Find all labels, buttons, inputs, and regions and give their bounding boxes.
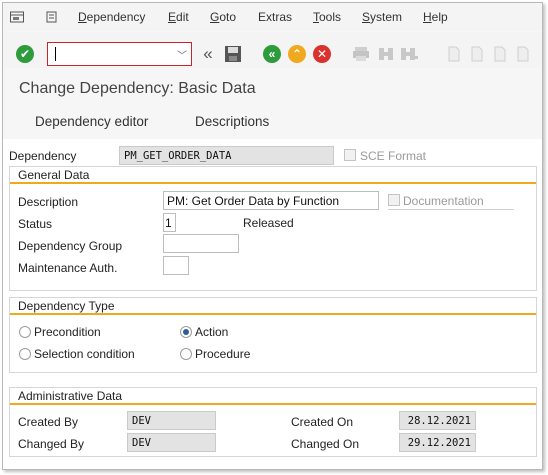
customize-layout-icon[interactable] xyxy=(46,11,60,23)
content-area: Dependency PM_GET_ORDER_DATA SCE Format … xyxy=(3,139,542,469)
cancel-button[interactable]: ✕ xyxy=(311,43,333,65)
dependency-group-label: Dependency Group xyxy=(18,239,123,253)
dependency-field[interactable]: PM_GET_ORDER_DATA xyxy=(119,146,334,165)
exit-button[interactable]: ⌃ xyxy=(286,43,308,65)
administrative-data-header: Administrative Data xyxy=(10,388,536,405)
precondition-label[interactable]: Precondition xyxy=(34,325,101,339)
dependency-type-header: Dependency Type xyxy=(10,298,536,315)
documentation-checkbox[interactable] xyxy=(388,194,400,206)
exit-icon: ⌃ xyxy=(288,45,306,63)
maintenance-auth-label: Maintenance Auth. xyxy=(18,261,118,275)
documentation-label: Documentation xyxy=(403,194,484,208)
print-icon xyxy=(353,47,369,61)
last-page-icon xyxy=(517,46,529,62)
administrative-data-group: Administrative Data Created By DEV Creat… xyxy=(9,387,537,457)
tab-descriptions[interactable]: Descriptions xyxy=(195,114,269,129)
save-icon xyxy=(225,46,241,62)
status-label: Status xyxy=(18,217,53,231)
find-icon xyxy=(379,48,393,60)
prev-page-button[interactable] xyxy=(466,43,488,65)
description-field[interactable]: PM: Get Order Data by Function xyxy=(163,191,379,210)
created-on-field[interactable]: 28.12.2021 xyxy=(399,411,476,430)
next-page-icon xyxy=(494,46,506,62)
menu-tools[interactable]: Tools xyxy=(313,10,341,24)
menu-edit[interactable]: Edit xyxy=(168,10,189,24)
dependency-label: Dependency xyxy=(9,149,77,163)
collapse-icon[interactable]: « xyxy=(197,43,219,65)
changed-on-field[interactable]: 29.12.2021 xyxy=(399,433,476,452)
general-data-header: General Data xyxy=(10,167,536,184)
selection-condition-label[interactable]: Selection condition xyxy=(34,347,135,361)
documentation-underline xyxy=(388,209,514,210)
created-by-field[interactable]: DEV xyxy=(127,411,216,430)
status-field[interactable]: 1 xyxy=(163,213,176,232)
administrative-data-title: Administrative Data xyxy=(18,389,123,403)
procedure-radio[interactable] xyxy=(180,348,192,360)
next-page-button[interactable] xyxy=(489,43,511,65)
sap-window: Dependency Edit Goto Extras Tools System… xyxy=(2,2,543,470)
command-field[interactable]: ﹀ xyxy=(47,42,192,66)
action-label[interactable]: Action xyxy=(195,325,228,339)
menu-bar: Dependency Edit Goto Extras Tools System… xyxy=(3,3,542,31)
enter-icon: ✔ xyxy=(16,45,34,63)
created-by-label: Created By xyxy=(18,415,79,429)
dependency-type-group: Dependency Type Precondition Action Sele… xyxy=(9,297,537,373)
find-next-icon xyxy=(401,48,418,60)
dependency-group-field[interactable] xyxy=(163,234,239,253)
standard-toolbar: ✔ ﹀ « « ⌃ ✕ xyxy=(3,32,542,68)
back-icon: « xyxy=(263,45,281,63)
dependency-type-title: Dependency Type xyxy=(18,299,115,313)
back-button[interactable]: « xyxy=(261,43,283,65)
find-next-button[interactable] xyxy=(398,43,420,65)
status-text: Released xyxy=(243,216,294,230)
cancel-icon: ✕ xyxy=(313,45,331,63)
selection-condition-radio[interactable] xyxy=(19,348,31,360)
chevron-down-icon[interactable]: ﹀ xyxy=(177,47,187,62)
page-title: Change Dependency: Basic Data xyxy=(19,80,256,97)
menu-help[interactable]: Help xyxy=(423,10,448,24)
last-page-button[interactable] xyxy=(512,43,534,65)
precondition-radio[interactable] xyxy=(19,326,31,338)
layout-menu-icon[interactable] xyxy=(10,11,24,23)
changed-on-label: Changed On xyxy=(291,437,360,451)
menu-system[interactable]: System xyxy=(362,10,402,24)
first-page-button[interactable] xyxy=(443,43,465,65)
procedure-label[interactable]: Procedure xyxy=(195,347,250,361)
sce-format-label: SCE Format xyxy=(360,149,427,163)
text-cursor xyxy=(55,47,56,61)
changed-by-label: Changed By xyxy=(18,437,85,451)
maintenance-auth-field[interactable] xyxy=(163,256,189,275)
menu-goto[interactable]: Goto xyxy=(210,10,236,24)
general-data-group: General Data Description PM: Get Order D… xyxy=(9,166,537,291)
application-toolbar: Dependency editor Descriptions xyxy=(3,106,542,136)
general-data-title: General Data xyxy=(18,168,90,182)
print-button[interactable] xyxy=(350,43,372,65)
menu-dependency[interactable]: Dependency xyxy=(78,10,145,24)
find-button[interactable] xyxy=(375,43,397,65)
created-on-label: Created On xyxy=(291,415,354,429)
enter-button[interactable]: ✔ xyxy=(14,43,36,65)
sce-format-checkbox[interactable] xyxy=(344,149,356,161)
prev-page-icon xyxy=(471,46,483,62)
description-label: Description xyxy=(18,195,79,209)
action-radio[interactable] xyxy=(180,326,192,338)
save-button[interactable] xyxy=(222,43,244,65)
first-page-icon xyxy=(448,46,460,62)
menu-extras[interactable]: Extras xyxy=(258,10,292,24)
changed-by-field[interactable]: DEV xyxy=(127,433,216,452)
tab-dependency-editor[interactable]: Dependency editor xyxy=(35,114,148,129)
